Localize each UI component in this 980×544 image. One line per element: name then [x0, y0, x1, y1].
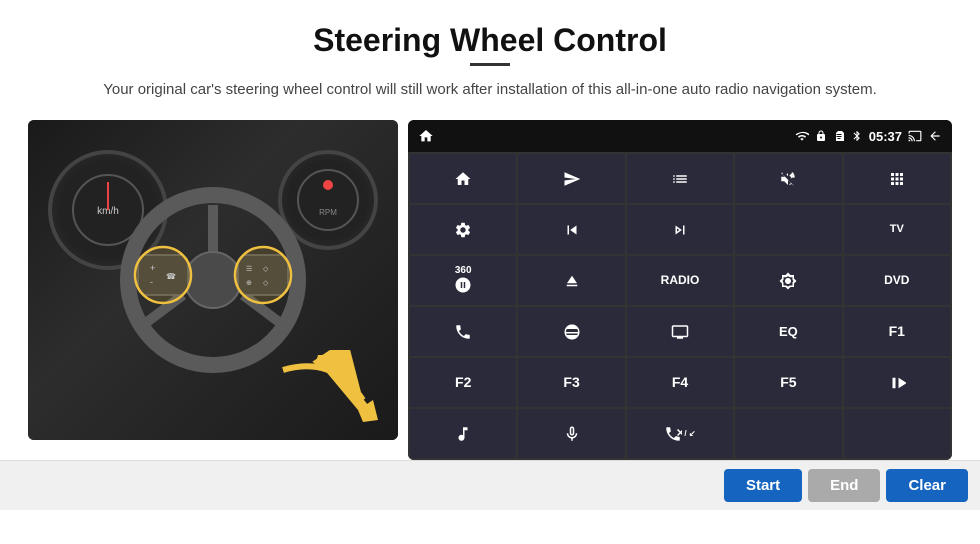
- btn-dvd[interactable]: DVD: [844, 256, 950, 305]
- btn-prev[interactable]: [518, 205, 624, 254]
- content-area: km/h RPM: [0, 120, 980, 460]
- status-bar: 05:37: [408, 120, 952, 152]
- android-panel: 05:37: [408, 120, 952, 460]
- btn-next[interactable]: [627, 205, 733, 254]
- btn-f4[interactable]: F4: [627, 358, 733, 407]
- btn-phonehangup[interactable]: / ↙: [627, 409, 733, 458]
- page-subtitle: Your original car's steering wheel contr…: [0, 78, 980, 102]
- btn-radio[interactable]: RADIO: [627, 256, 733, 305]
- btn-mic[interactable]: [518, 409, 624, 458]
- status-time: 05:37: [869, 129, 902, 144]
- clear-button[interactable]: Clear: [886, 469, 968, 502]
- sim-icon: [833, 130, 845, 142]
- btn-send[interactable]: [518, 154, 624, 203]
- btn-360[interactable]: 360: [410, 256, 516, 305]
- bottom-bar: Start End Clear: [0, 460, 980, 510]
- svg-text:◇: ◇: [263, 280, 269, 287]
- btn-playpause[interactable]: [844, 358, 950, 407]
- btn-music[interactable]: [410, 409, 516, 458]
- back-icon: [928, 129, 942, 143]
- btn-empty-r6c5: [844, 409, 950, 458]
- svg-text:RPM: RPM: [319, 208, 337, 217]
- btn-mute[interactable]: [735, 154, 841, 203]
- svg-text:☎: ☎: [166, 272, 176, 281]
- page-title: Steering Wheel Control: [0, 0, 980, 63]
- btn-screen[interactable]: [627, 307, 733, 356]
- status-icons-right: 05:37: [795, 129, 942, 144]
- title-divider: [470, 63, 510, 66]
- wifi-icon: [795, 129, 809, 143]
- svg-text:⊕: ⊕: [246, 280, 252, 287]
- svg-text:-: -: [150, 277, 153, 287]
- btn-eject[interactable]: [518, 256, 624, 305]
- btn-tv[interactable]: [735, 205, 841, 254]
- bluetooth-icon: [851, 130, 863, 142]
- svg-text:+: +: [150, 263, 155, 273]
- btn-media[interactable]: TV: [844, 205, 950, 254]
- btn-apps[interactable]: [844, 154, 950, 203]
- arrow-icon: [273, 350, 383, 430]
- btn-empty-r6c4: [735, 409, 841, 458]
- status-icons-left: [418, 128, 434, 144]
- btn-eq[interactable]: EQ: [735, 307, 841, 356]
- btn-ie[interactable]: [518, 307, 624, 356]
- cast-icon: [908, 129, 922, 143]
- btn-home[interactable]: [410, 154, 516, 203]
- btn-settings[interactable]: [410, 205, 516, 254]
- button-grid: TV 360 RADIO DVD: [408, 152, 952, 460]
- btn-list[interactable]: [627, 154, 733, 203]
- btn-brightness[interactable]: [735, 256, 841, 305]
- btn-phone[interactable]: [410, 307, 516, 356]
- steering-wheel-image: km/h RPM: [28, 120, 398, 440]
- svg-text:☰: ☰: [246, 266, 252, 273]
- btn-f5[interactable]: F5: [735, 358, 841, 407]
- home-status-icon: [418, 128, 434, 144]
- svg-text:◇: ◇: [263, 266, 269, 273]
- lock-icon: [815, 130, 827, 142]
- end-button[interactable]: End: [808, 469, 880, 502]
- btn-f2[interactable]: F2: [410, 358, 516, 407]
- start-button[interactable]: Start: [724, 469, 802, 502]
- btn-f3[interactable]: F3: [518, 358, 624, 407]
- btn-f1[interactable]: F1: [844, 307, 950, 356]
